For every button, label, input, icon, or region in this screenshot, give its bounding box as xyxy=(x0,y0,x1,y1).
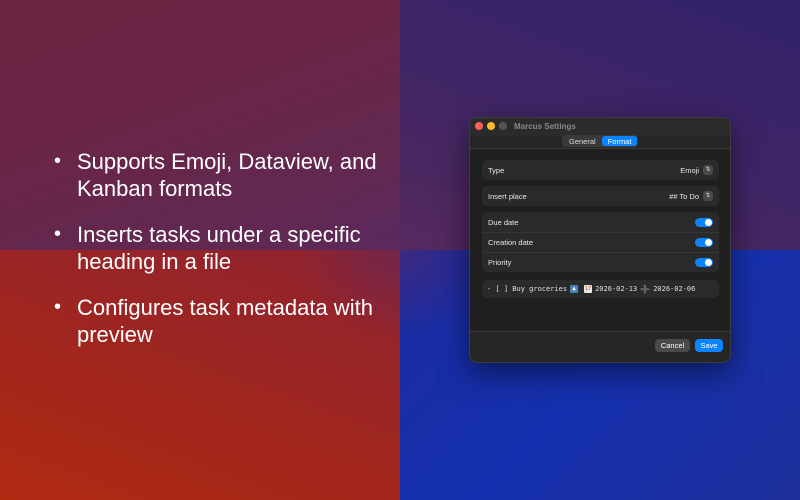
tab-format[interactable]: Format xyxy=(601,136,638,146)
type-group: Type Emoji ⇅ xyxy=(482,160,719,180)
minimize-window-button[interactable] xyxy=(487,122,495,130)
due-date-toggle[interactable] xyxy=(695,217,713,227)
chevron-updown-icon[interactable]: ⇅ xyxy=(703,165,713,175)
settings-window: Marcus Settings General Format Type Emoj… xyxy=(469,117,731,363)
insert-place-value[interactable]: ## To Do xyxy=(669,192,699,201)
tab-bar: General Format xyxy=(562,135,639,147)
preview-created-date: 2026-02-06 xyxy=(653,285,696,293)
settings-content: Type Emoji ⇅ Insert place ## To Do ⇅ Due… xyxy=(470,148,730,332)
insert-place-group: Insert place ## To Do ⇅ xyxy=(482,186,719,206)
calendar-icon: 17 xyxy=(584,285,593,293)
chevron-updown-icon[interactable]: ⇅ xyxy=(703,191,713,201)
close-window-button[interactable] xyxy=(475,122,483,130)
priority-toggle[interactable] xyxy=(695,258,713,267)
insert-place-row[interactable]: Insert place ## To Do ⇅ xyxy=(482,186,719,206)
type-value[interactable]: Emoji xyxy=(680,166,699,175)
zoom-window-button[interactable] xyxy=(499,122,507,130)
type-row[interactable]: Type Emoji ⇅ xyxy=(482,160,719,180)
feature-text: Inserts tasks under a specific heading i… xyxy=(77,222,361,274)
feature-item: • Configures task metadata with preview xyxy=(52,294,382,348)
bullet-dot: • xyxy=(54,223,62,245)
priority-row: Priority xyxy=(482,252,719,272)
save-button[interactable]: Save xyxy=(695,339,723,352)
feature-list: • Supports Emoji, Dataview, and Kanban f… xyxy=(52,148,382,367)
preview-due-date: 2026-02-13 xyxy=(595,285,638,293)
bullet-dot: • xyxy=(54,150,62,172)
feature-item: • Supports Emoji, Dataview, and Kanban f… xyxy=(52,148,382,202)
plus-icon: ➕ xyxy=(640,284,651,294)
task-preview: - [ ] Buy groceries ▲ 17 2026-02-13 ➕ 20… xyxy=(482,280,719,298)
cancel-button[interactable]: Cancel xyxy=(655,339,690,352)
metadata-toggles-group: Due date Creation date Priority xyxy=(482,212,719,272)
window-title: Marcus Settings xyxy=(514,122,576,131)
creation-date-label: Creation date xyxy=(488,238,534,247)
creation-date-toggle[interactable] xyxy=(695,238,713,247)
tab-general[interactable]: General xyxy=(563,136,602,146)
window-footer: Cancel Save xyxy=(470,330,730,362)
creation-date-row: Creation date xyxy=(482,232,719,252)
feature-text: Configures task metadata with preview xyxy=(77,295,373,347)
type-label: Type xyxy=(488,165,505,175)
bullet-dot: • xyxy=(54,296,62,318)
feature-text: Supports Emoji, Dataview, and Kanban for… xyxy=(77,149,377,201)
preview-task-text: - [ ] Buy groceries xyxy=(487,285,568,293)
insert-place-label: Insert place xyxy=(488,191,527,201)
priority-label: Priority xyxy=(488,258,512,267)
feature-item: • Inserts tasks under a specific heading… xyxy=(52,221,382,275)
due-date-row: Due date xyxy=(482,212,719,232)
due-date-label: Due date xyxy=(488,217,519,227)
title-bar[interactable]: Marcus Settings xyxy=(470,118,730,136)
priority-up-icon: ▲ xyxy=(570,285,579,293)
